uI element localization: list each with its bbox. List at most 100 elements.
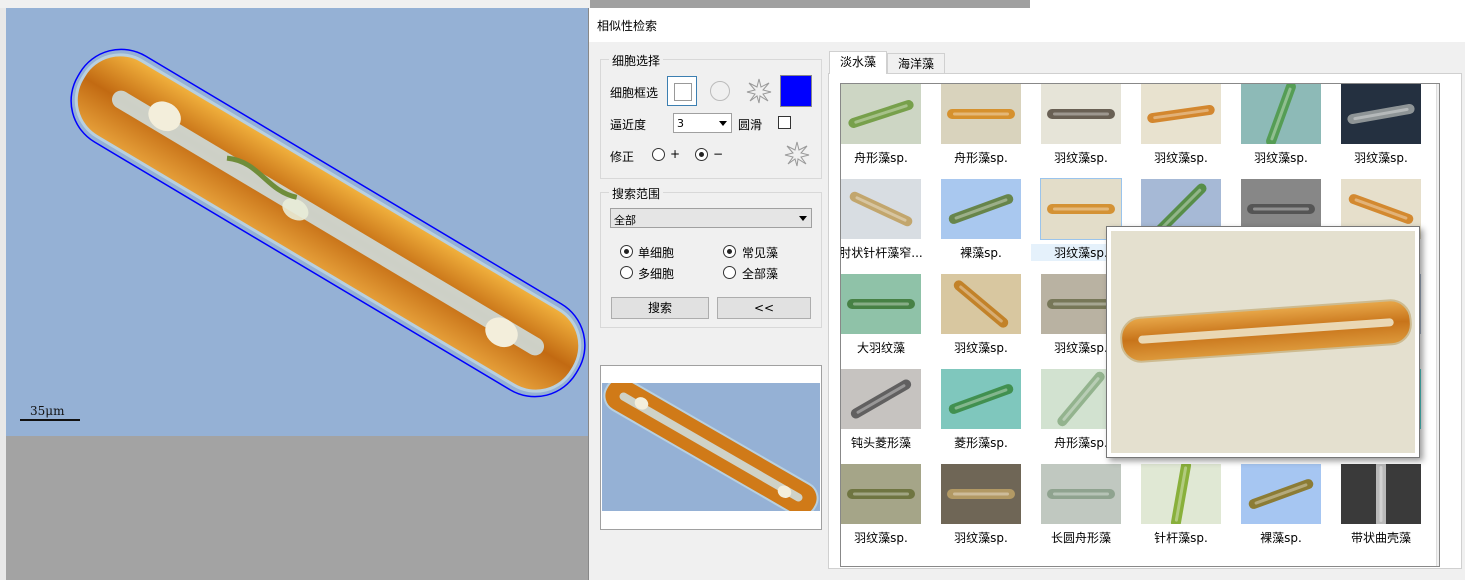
magic-wand-correct-button[interactable] xyxy=(784,141,810,167)
all-algae-label: 全部藻 xyxy=(742,267,779,281)
result-caption: 长圆舟形藻 xyxy=(1050,531,1111,545)
result-caption: 带状曲壳藻 xyxy=(1350,531,1411,545)
result-thumbnail xyxy=(1341,464,1421,524)
result-thumbnail xyxy=(1141,84,1221,144)
cell-select-group-title: 细胞选择 xyxy=(609,52,664,69)
result-tile[interactable]: 大羽纹藻 xyxy=(841,274,941,366)
result-caption: 菱形藻sp. xyxy=(954,436,1008,450)
dialog-title: 相似性检索 xyxy=(597,19,658,33)
result-tile[interactable]: 羽纹藻sp. xyxy=(941,464,1041,556)
search-scope-value: 全部 xyxy=(614,214,636,227)
result-tile[interactable]: 长圆舟形藻 xyxy=(1041,464,1141,556)
cell-box-label: 细胞框选 xyxy=(610,86,659,100)
smooth-label: 圆滑 xyxy=(738,118,763,132)
hover-enlarged-preview xyxy=(1106,226,1420,458)
diatom-specimen xyxy=(70,48,586,398)
multi-cell-label: 多细胞 xyxy=(638,267,675,281)
similarity-search-dialog: 相似性检索 细胞选择 细胞框选 逼近度 3 圆滑 修正 + − 搜索范围 全部 … xyxy=(588,8,1465,580)
result-caption: 针杆藻sp. xyxy=(1154,531,1208,545)
scale-bar: 35μm xyxy=(20,404,80,421)
result-tile[interactable]: 羽纹藻sp. xyxy=(941,274,1041,366)
result-tile[interactable]: 羽纹藻sp. xyxy=(1041,84,1141,176)
result-caption: 舟形藻sp. xyxy=(854,151,908,165)
result-thumbnail xyxy=(1241,84,1321,144)
rectangle-icon xyxy=(674,83,692,101)
correct-minus-label: − xyxy=(713,147,724,161)
result-tile[interactable]: 舟形藻sp. xyxy=(941,84,1041,176)
result-tile[interactable]: 裸藻sp. xyxy=(941,179,1041,271)
result-tile[interactable]: 钝头菱形藻 xyxy=(841,369,941,461)
proximity-select[interactable]: 3 xyxy=(673,113,732,133)
result-tile[interactable]: 羽纹藻sp. xyxy=(1141,84,1241,176)
result-caption: 羽纹藻sp. xyxy=(954,341,1008,355)
cell-select-group: 细胞选择 细胞框选 逼近度 3 圆滑 修正 + − xyxy=(600,52,822,179)
selection-preview xyxy=(600,365,822,530)
result-caption: 大羽纹藻 xyxy=(856,341,905,355)
preview-diatom xyxy=(603,383,819,511)
proximity-value: 3 xyxy=(677,117,684,130)
image-viewer: 35μm xyxy=(0,0,590,580)
tab-freshwater[interactable]: 淡水藻 xyxy=(829,51,887,74)
result-tile[interactable]: 羽纹藻sp. xyxy=(1341,84,1439,176)
result-tile[interactable]: 带状曲壳藻 xyxy=(1341,464,1439,556)
result-caption: 裸藻sp. xyxy=(1260,531,1302,545)
result-tile[interactable]: 肘状针杆藻窄... xyxy=(841,179,941,271)
result-thumbnail xyxy=(941,84,1021,144)
gallery-scrollbar[interactable] xyxy=(1436,84,1440,566)
preview-image xyxy=(602,383,820,511)
result-thumbnail xyxy=(941,179,1021,239)
result-caption: 肘状针杆藻窄... xyxy=(840,246,923,260)
result-tile[interactable]: 裸藻sp. xyxy=(1241,464,1341,556)
correct-label: 修正 xyxy=(610,150,635,164)
result-thumbnail xyxy=(841,274,921,334)
result-thumbnail xyxy=(841,369,921,429)
chevron-down-icon xyxy=(799,216,807,221)
result-tile[interactable]: 羽纹藻sp. xyxy=(841,464,941,556)
result-thumbnail xyxy=(941,369,1021,429)
single-cell-radio[interactable] xyxy=(620,245,633,258)
tab-marine[interactable]: 海洋藻 xyxy=(887,53,945,74)
result-thumbnail xyxy=(941,464,1021,524)
correct-minus-radio[interactable] xyxy=(695,148,708,161)
result-thumbnail xyxy=(1041,464,1121,524)
search-button[interactable]: 搜索 xyxy=(611,297,709,319)
all-algae-radio[interactable] xyxy=(723,266,736,279)
scroll-thumb[interactable] xyxy=(1439,100,1440,182)
result-tile[interactable]: 菱形藻sp. xyxy=(941,369,1041,461)
outline-color-swatch[interactable] xyxy=(780,75,812,107)
single-cell-label: 单细胞 xyxy=(638,246,675,260)
proximity-label: 逼近度 xyxy=(610,118,647,132)
result-thumbnail xyxy=(841,464,921,524)
result-thumbnail xyxy=(941,274,1021,334)
common-algae-radio[interactable] xyxy=(723,245,736,258)
multi-cell-radio[interactable] xyxy=(620,266,633,279)
smooth-checkbox[interactable] xyxy=(778,116,791,129)
result-caption: 羽纹藻sp. xyxy=(1254,151,1308,165)
result-caption: 羽纹藻sp. xyxy=(1054,151,1108,165)
ellipse-select-button[interactable] xyxy=(710,81,730,101)
result-caption: 钝头菱形藻 xyxy=(850,436,911,450)
correct-plus-label: + xyxy=(670,147,681,161)
result-caption: 羽纹藻sp. xyxy=(954,531,1008,545)
result-tile[interactable]: 舟形藻sp. xyxy=(841,84,941,176)
correct-plus-radio[interactable] xyxy=(652,148,665,161)
result-thumbnail xyxy=(841,84,921,144)
magic-wand-select-button[interactable] xyxy=(746,78,772,104)
rectangle-select-button[interactable] xyxy=(667,76,697,106)
result-thumbnail xyxy=(1241,464,1321,524)
result-caption: 羽纹藻sp. xyxy=(1354,151,1408,165)
search-range-group-title: 搜索范围 xyxy=(609,185,664,202)
tab-marine-label: 海洋藻 xyxy=(897,57,934,71)
tab-freshwater-label: 淡水藻 xyxy=(839,55,876,69)
result-thumbnail xyxy=(1141,464,1221,524)
dialog-titlebar[interactable]: 相似性检索 xyxy=(589,8,1465,42)
result-caption: 舟形藻sp. xyxy=(954,151,1008,165)
result-tile[interactable]: 羽纹藻sp. xyxy=(1241,84,1341,176)
collapse-button[interactable]: << xyxy=(717,297,811,319)
specimen-image[interactable] xyxy=(6,8,590,436)
result-tile[interactable]: 针杆藻sp. xyxy=(1141,464,1241,556)
search-scope-select[interactable]: 全部 xyxy=(610,208,812,228)
result-caption: 裸藻sp. xyxy=(960,246,1002,260)
chevron-down-icon xyxy=(719,121,727,126)
result-thumbnail xyxy=(1041,84,1121,144)
